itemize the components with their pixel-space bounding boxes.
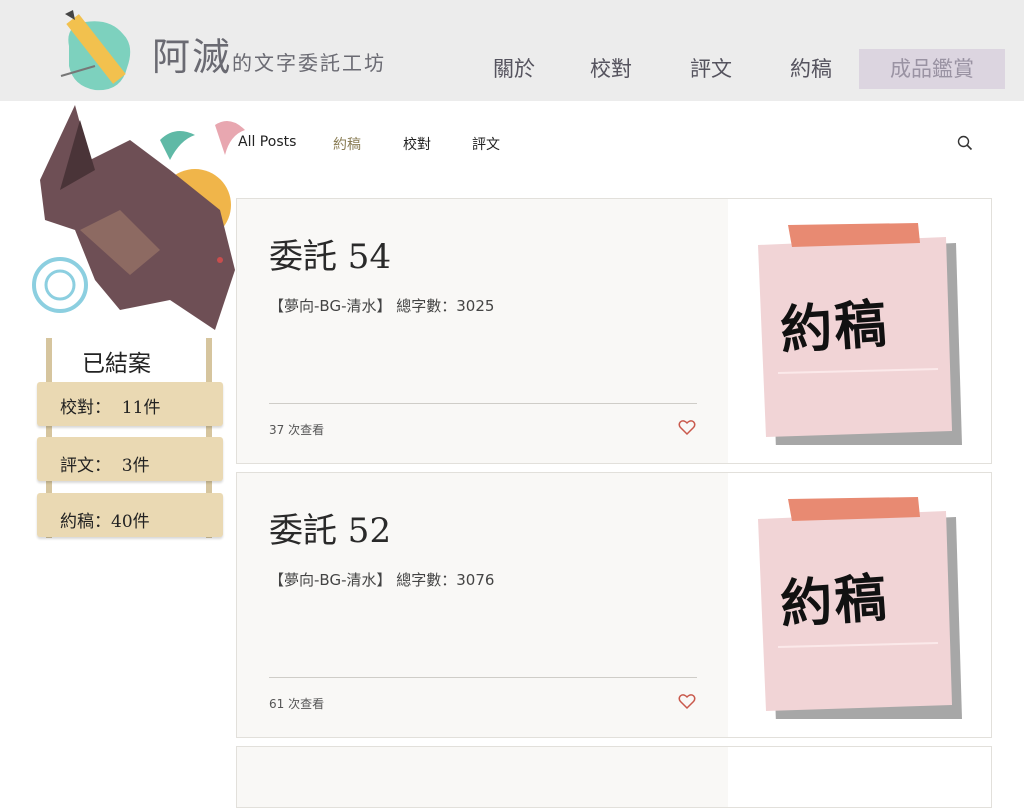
floating-island-illustration bbox=[20, 100, 255, 340]
pencil-logo-icon[interactable] bbox=[55, 6, 145, 96]
stat-review: 評文： 3件 bbox=[60, 456, 150, 476]
nav-commission[interactable]: 約稿 bbox=[776, 49, 846, 89]
category-commission[interactable]: 約稿 bbox=[333, 134, 361, 154]
stat-commission: 約稿：40件 bbox=[60, 512, 150, 532]
nav-review[interactable]: 評文 bbox=[676, 49, 746, 89]
heart-icon[interactable] bbox=[678, 419, 696, 436]
category-all-posts[interactable]: All Posts bbox=[238, 134, 296, 150]
post-cover-image[interactable] bbox=[728, 747, 991, 807]
heart-icon[interactable] bbox=[678, 693, 696, 710]
post-excerpt: 【夢向-BG-清水】 總字數：3025 bbox=[269, 297, 495, 315]
nav-proofread[interactable]: 校對 bbox=[576, 49, 646, 89]
cover-text: 約稿 bbox=[778, 567, 891, 636]
category-review[interactable]: 評文 bbox=[472, 134, 500, 154]
site-title[interactable]: 阿滅的文字委託工坊 bbox=[152, 26, 386, 81]
post-title[interactable]: 委託 54 bbox=[269, 229, 391, 278]
nav-about[interactable]: 關於 bbox=[479, 49, 549, 89]
post-card[interactable]: 委託 54 【夢向-BG-清水】 總字數：3025 37 次查看 約稿 bbox=[236, 198, 992, 464]
divider bbox=[269, 403, 697, 404]
site-title-sub: 的文字委託工坊 bbox=[232, 51, 387, 75]
post-view-count: 61 次查看 bbox=[269, 697, 325, 711]
search-icon[interactable] bbox=[957, 135, 973, 151]
cover-text: 約稿 bbox=[778, 293, 891, 362]
post-cover-image[interactable]: 約稿 bbox=[728, 199, 991, 463]
site-header: 阿滅的文字委託工坊 關於 校對 評文 約稿 成品鑑賞 bbox=[0, 0, 1024, 101]
nav-gallery[interactable]: 成品鑑賞 bbox=[859, 49, 1005, 89]
post-card[interactable] bbox=[236, 746, 992, 808]
post-view-count: 37 次查看 bbox=[269, 423, 325, 437]
divider bbox=[269, 677, 697, 678]
post-title[interactable]: 委託 52 bbox=[269, 503, 391, 552]
post-cover-image[interactable]: 約稿 bbox=[728, 473, 991, 737]
site-title-main: 阿滅 bbox=[152, 35, 233, 79]
stat-proofread: 校對： 11件 bbox=[60, 398, 161, 418]
post-card[interactable]: 委託 52 【夢向-BG-清水】 總字數：3076 61 次查看 約稿 bbox=[236, 472, 992, 738]
category-proofread[interactable]: 校對 bbox=[403, 134, 431, 154]
post-excerpt: 【夢向-BG-清水】 總字數：3076 bbox=[269, 571, 495, 589]
